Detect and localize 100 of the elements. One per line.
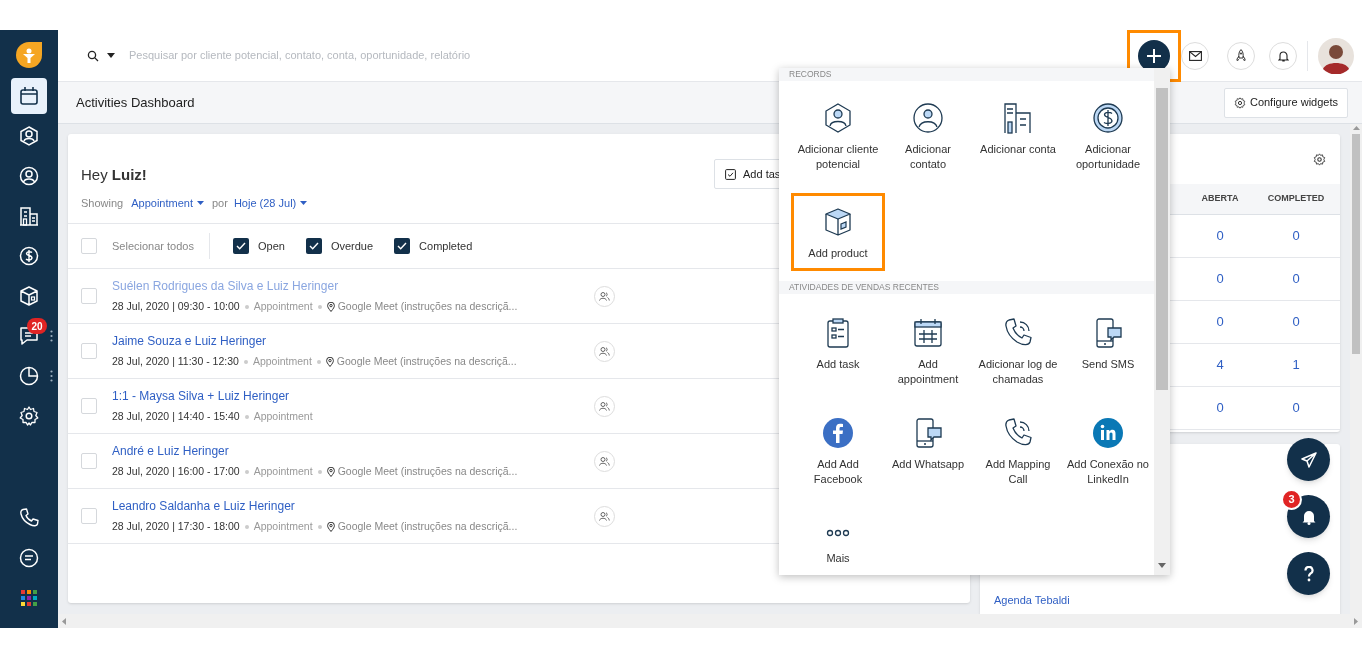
count-link[interactable]: 0 [1258, 398, 1334, 418]
check-icon [308, 242, 319, 250]
location-pin-icon [326, 302, 335, 312]
section-heading: ATIVIDADES DE VENDAS RECENTES [789, 280, 940, 294]
activity-time: 28 Jul, 2020 | 09:30 - 10:00 [112, 299, 240, 315]
checkbox[interactable] [305, 238, 322, 254]
checkbox[interactable] [81, 288, 97, 304]
activity-location: Google Meet (instruções na descriçã... [336, 354, 517, 370]
user-avatar[interactable] [1318, 37, 1354, 74]
checkbox-label: Selecionar todos [112, 238, 194, 254]
building-icon [18, 205, 40, 227]
activity-title[interactable]: Jaime Souza e Luiz Heringer [112, 332, 552, 351]
checkbox-label: Open [257, 238, 285, 254]
configure-widgets-button[interactable]: Configure widgets [1223, 87, 1348, 118]
chat-bubble-icon [18, 547, 40, 569]
count-link[interactable]: 0 [1182, 398, 1258, 418]
menu-item[interactable]: Mais [793, 511, 883, 575]
location-pin-icon [326, 467, 335, 477]
more-vertical-icon[interactable] [50, 330, 53, 342]
activity-location: Google Meet (instruções na descriçã... [337, 519, 518, 535]
activity-time: 28 Jul, 2020 | 11:30 - 12:30 [112, 354, 239, 370]
menu-item[interactable]: Add Mapping Call [973, 411, 1063, 496]
search-icon[interactable] [87, 49, 99, 62]
rocket-icon [1236, 49, 1246, 62]
menu-item[interactable]: Add Whatsapp [883, 411, 973, 496]
menu-item[interactable]: Adicionar oportunidade [1063, 96, 1153, 181]
activity-title[interactable]: André e Luiz Heringer [112, 442, 552, 461]
more-vertical-icon[interactable] [50, 370, 53, 382]
menu-item[interactable]: Adicionar contato [883, 96, 973, 181]
sidebar-item[interactable]: 20 [11, 318, 47, 354]
check-icon [397, 242, 408, 250]
users-icon [599, 291, 610, 301]
mail-icon [1188, 50, 1202, 61]
count-link[interactable]: 0 [1182, 226, 1258, 246]
menu-item[interactable]: Adicionar conta [973, 96, 1063, 181]
checkbox[interactable] [81, 343, 97, 359]
app-logo[interactable] [16, 42, 42, 68]
more-dots-icon [826, 528, 850, 537]
plus-icon [1146, 47, 1162, 64]
checkbox[interactable] [232, 238, 249, 254]
count-link[interactable]: 0 [1182, 312, 1258, 332]
menu-item[interactable]: Adicionar log de chamadas [973, 311, 1063, 396]
checkbox-label: Completed [419, 238, 473, 254]
filter-label: por [211, 195, 228, 211]
activity-title[interactable]: 1:1 - Maysa Silva + Luiz Heringer [112, 387, 552, 406]
menu-item[interactable]: Add appointment [883, 311, 973, 396]
checkbox[interactable] [81, 398, 97, 414]
agenda-link[interactable]: Agenda Tebaldi [994, 591, 1340, 608]
type-dropdown[interactable]: Appointment [131, 194, 204, 212]
settings-icon[interactable] [1313, 152, 1326, 166]
checkbox[interactable] [394, 238, 411, 254]
dollar-icon [18, 245, 40, 267]
users-icon [599, 456, 610, 466]
count-link[interactable]: 0 [1258, 269, 1334, 289]
unread-badge: 20 [27, 318, 47, 334]
section-heading: RECORDS [789, 68, 832, 81]
menu-item[interactable]: Add Conexão no LinkedIn [1063, 411, 1153, 496]
date-dropdown[interactable]: Hoje (28 Jul) [233, 194, 308, 212]
activity-title[interactable]: Leandro Saldanha e Luiz Heringer [112, 497, 552, 516]
scrollbar-thumb[interactable] [1352, 134, 1360, 354]
count-link[interactable]: 4 [1182, 355, 1258, 375]
bell-icon [1301, 508, 1316, 525]
menu-item[interactable]: Send SMS [1063, 311, 1153, 396]
checkbox[interactable] [81, 453, 97, 469]
calendar-icon [912, 316, 944, 349]
contact-badge-icon [822, 101, 854, 134]
activity-location: Google Meet (instruções na descriçã... [337, 299, 518, 315]
caret-icon[interactable] [107, 53, 115, 58]
checkbox[interactable] [81, 238, 97, 254]
activity-type: Appointment [253, 409, 313, 425]
count-link[interactable]: 0 [1258, 226, 1334, 246]
filter-label: Showing [81, 195, 124, 211]
column-header: ABERTA [1200, 192, 1240, 206]
scroll-down-arrow-icon[interactable] [1158, 563, 1166, 568]
contact-badge-icon [18, 125, 40, 147]
user-circle-icon [18, 165, 40, 187]
column-header: COMPLETED [1266, 192, 1326, 206]
app-grid-icon [18, 587, 40, 609]
paper-plane-icon [1300, 451, 1317, 468]
menu-item[interactable]: Add product [791, 192, 885, 271]
count-link[interactable]: 1 [1258, 355, 1334, 375]
linkedin-icon [1092, 416, 1124, 449]
question-mark-icon [1303, 565, 1314, 582]
count-link[interactable]: 0 [1258, 312, 1334, 332]
count-link[interactable]: 0 [1182, 269, 1258, 289]
activity-type: Appointment [253, 519, 313, 535]
scrollbar-thumb[interactable] [1156, 88, 1168, 390]
activity-type: Appointment [253, 464, 313, 480]
check-icon [235, 242, 246, 250]
menu-item[interactable]: Add task [793, 311, 883, 396]
sidebar-item[interactable] [11, 78, 47, 114]
activity-time: 28 Jul, 2020 | 16:00 - 17:00 [112, 464, 240, 480]
caret-icon [300, 201, 308, 205]
page-title: Activities Dashboard [76, 93, 195, 112]
user-circle-icon [912, 101, 944, 134]
building-icon [1002, 101, 1034, 134]
settings-icon [18, 405, 40, 427]
menu-item[interactable]: Add Add Facebook [793, 411, 883, 496]
cube-icon [822, 205, 854, 238]
checkbox[interactable] [81, 508, 97, 524]
